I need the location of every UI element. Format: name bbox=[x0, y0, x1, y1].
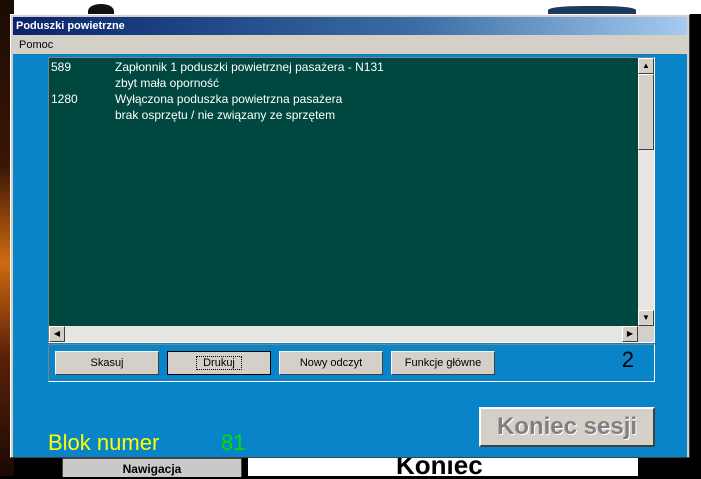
menu-help[interactable]: Pomoc bbox=[13, 39, 59, 51]
block-number-value: 81 bbox=[221, 430, 246, 455]
window-title: Poduszki powietrzne bbox=[13, 17, 687, 35]
fault-detail: brak osprzętu / nie związany ze sprzętem bbox=[115, 108, 336, 122]
scroll-up-arrow-icon[interactable]: ▲ bbox=[638, 58, 654, 74]
clear-button[interactable]: Skasuj bbox=[55, 351, 159, 375]
background-app-right bbox=[690, 14, 701, 476]
new-read-button[interactable]: Nowy odczyt bbox=[279, 351, 383, 375]
vertical-scroll-thumb[interactable] bbox=[638, 74, 654, 150]
block-number-label: Blok numer bbox=[48, 430, 160, 455]
background-panel: Koniec bbox=[248, 458, 638, 476]
airbag-dialog: Poduszki powietrzne Pomoc 589 Zapłonnik … bbox=[10, 14, 690, 458]
end-session-button[interactable]: Koniec sesji bbox=[479, 407, 655, 447]
main-functions-button[interactable]: Funkcje główne bbox=[391, 351, 495, 375]
dialog-client: 589 Zapłonnik 1 poduszki powietrznej pas… bbox=[13, 54, 687, 457]
scroll-left-arrow-icon[interactable]: ◀ bbox=[49, 326, 65, 342]
fault-count: 2 bbox=[621, 347, 634, 372]
background-app-top-right bbox=[640, 0, 701, 14]
fault-description: Zapłonnik 1 poduszki powietrznej pasażer… bbox=[115, 60, 384, 74]
background-end-label: Koniec bbox=[396, 458, 483, 476]
print-button[interactable]: Drukuj bbox=[167, 351, 271, 375]
scrollbar-corner bbox=[638, 326, 654, 342]
action-panel: Skasuj Drukuj Nowy odczyt Funkcje główne… bbox=[48, 344, 655, 382]
fault-list-content: 589 Zapłonnik 1 poduszki powietrznej pas… bbox=[49, 58, 638, 326]
fault-description: Wyłączona poduszka powietrzna pasażera bbox=[115, 92, 343, 106]
fault-code: 1280 bbox=[51, 92, 78, 106]
fault-list[interactable]: 589 Zapłonnik 1 poduszki powietrznej pas… bbox=[48, 57, 655, 343]
scroll-right-arrow-icon[interactable]: ▶ bbox=[622, 326, 638, 342]
background-nav-button: Nawigacja bbox=[62, 458, 242, 477]
menu-bar: Pomoc bbox=[13, 36, 687, 54]
vertical-scrollbar[interactable]: ▲ ▼ bbox=[638, 58, 654, 326]
horizontal-scrollbar[interactable]: ◀ ▶ bbox=[49, 326, 638, 342]
fault-code: 589 bbox=[51, 60, 72, 74]
fault-detail: zbyt mała oporność bbox=[115, 76, 220, 90]
print-button-label: Drukuj bbox=[196, 356, 242, 370]
scroll-down-arrow-icon[interactable]: ▼ bbox=[638, 310, 654, 326]
